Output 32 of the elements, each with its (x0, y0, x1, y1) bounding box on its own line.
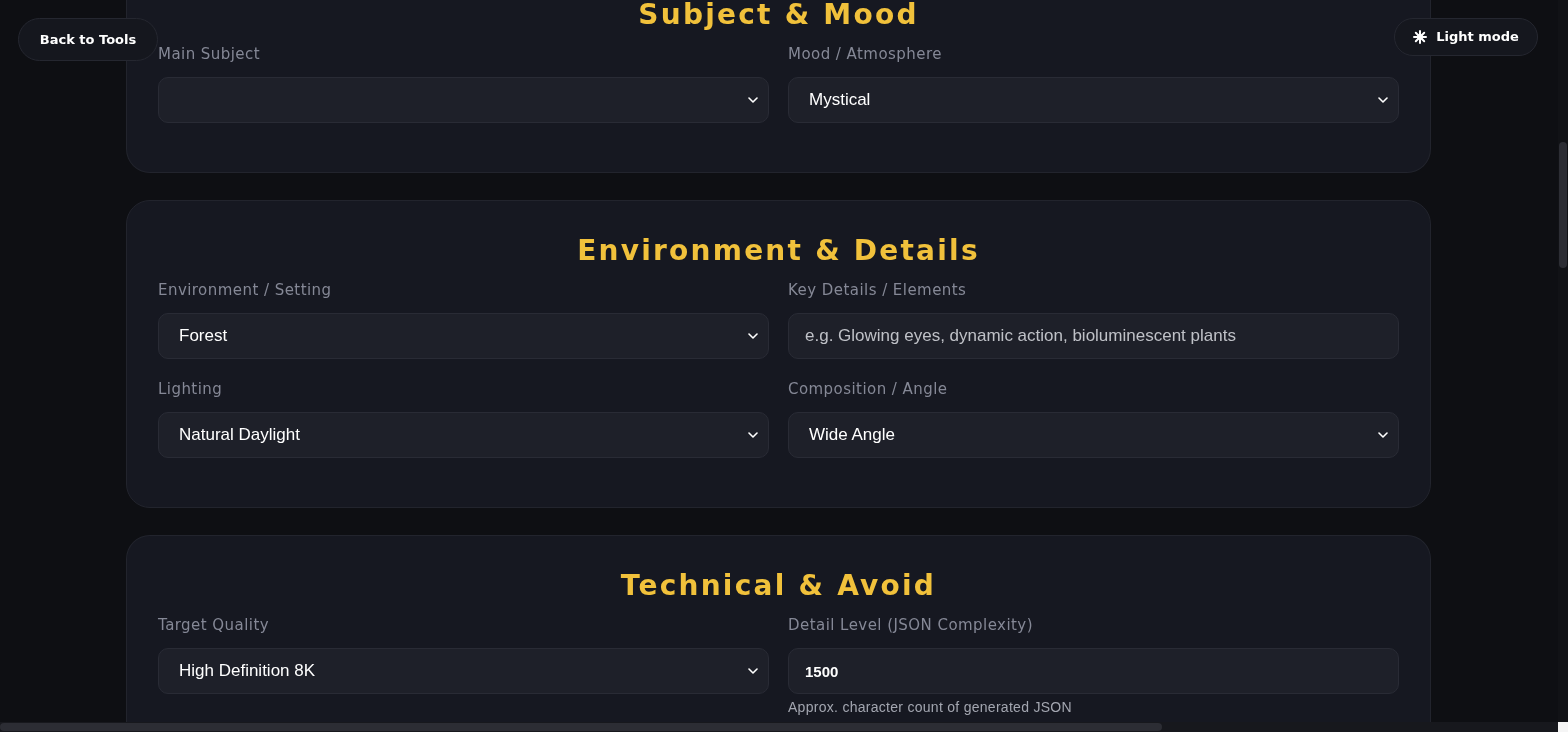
field-label: Mood / Atmosphere (788, 44, 943, 64)
scrollbar-thumb[interactable] (1559, 142, 1567, 268)
theme-toggle-button[interactable]: Light mode (1394, 18, 1538, 56)
dropdown[interactable]: Natural Daylight (158, 412, 769, 458)
field-label: Target Quality (158, 615, 271, 635)
chevron-down-icon (748, 333, 758, 339)
field-label: Key Details / Elements (788, 280, 968, 300)
dropdown[interactable]: Forest (158, 313, 769, 359)
chevron-down-icon (1378, 97, 1388, 103)
field-label: Environment / Setting (158, 280, 333, 300)
field-hint: Approx. character count of generated JSON (788, 698, 1073, 716)
section-title: Environment & Details (576, 237, 981, 265)
text-field[interactable]: e.g. Glowing eyes, dynamic action, bioluminescent plants (788, 313, 1399, 359)
scrollbar-corner (1558, 722, 1568, 732)
sun-icon (1413, 30, 1428, 44)
dropdown[interactable] (158, 77, 769, 123)
back-button[interactable]: Back to Tools (18, 18, 158, 61)
chevron-down-icon (1378, 432, 1388, 438)
dropdown[interactable]: Wide Angle (788, 412, 1399, 458)
field-label: Lighting (158, 379, 224, 399)
chevron-down-icon (748, 668, 758, 674)
dropdown[interactable]: Mystical (788, 77, 1399, 123)
dropdown[interactable]: High Definition 8K (158, 648, 769, 694)
section-title: Technical & Avoid (619, 572, 938, 600)
section-title: Subject & Mood (637, 1, 920, 29)
field-label: Main Subject (158, 44, 262, 64)
chevron-down-icon (748, 97, 758, 103)
field-label: Composition / Angle (788, 379, 949, 399)
chevron-down-icon (748, 432, 758, 438)
scrollbar-thumb[interactable] (0, 723, 1162, 731)
field-label: Detail Level (JSON Complexity) (788, 615, 1034, 635)
number-field[interactable]: 1500 (788, 648, 1399, 694)
